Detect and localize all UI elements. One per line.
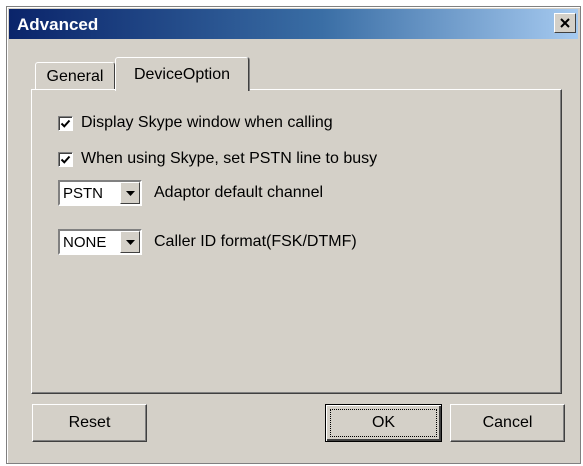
tab-general-label: General (46, 67, 104, 85)
adaptor-channel-label: Adaptor default channel (154, 184, 324, 201)
caller-id-format-select[interactable]: NONE (58, 229, 142, 255)
caller-id-format-value: NONE (63, 233, 107, 251)
adaptor-channel-row: PSTN Adaptor default channel (58, 180, 323, 206)
cancel-button-label: Cancel (482, 414, 533, 431)
close-icon (560, 18, 570, 28)
ok-button[interactable]: OK (325, 404, 442, 442)
triangle-down-icon (125, 190, 135, 196)
reset-button-label: Reset (68, 414, 111, 431)
triangle-down-icon (125, 239, 135, 245)
reset-button[interactable]: Reset (32, 404, 147, 442)
adaptor-channel-value: PSTN (63, 184, 104, 202)
tab-deviceoption[interactable]: DeviceOption (115, 57, 249, 91)
adaptor-channel-select[interactable]: PSTN (58, 180, 142, 206)
advanced-dialog: Advanced General DeviceOption Display Sk… (6, 6, 581, 464)
cancel-button[interactable]: Cancel (450, 404, 565, 442)
display-skype-window-label: Display Skype window when calling (81, 114, 333, 131)
title-bar[interactable]: Advanced (9, 9, 578, 39)
set-pstn-busy-label: When using Skype, set PSTN line to busy (81, 150, 378, 167)
focus-rectangle (330, 409, 437, 437)
deviceoption-panel: Display Skype window when calling When u… (31, 89, 562, 394)
window-title: Advanced (17, 15, 99, 34)
close-button[interactable] (554, 13, 576, 33)
set-pstn-busy-option[interactable]: When using Skype, set PSTN line to busy (58, 150, 377, 168)
checkmark-icon (60, 155, 71, 164)
display-skype-window-option[interactable]: Display Skype window when calling (58, 114, 333, 132)
tab-general[interactable]: General (35, 62, 115, 90)
adaptor-channel-dropdown-button[interactable] (120, 182, 140, 204)
caller-id-format-dropdown-button[interactable] (120, 231, 140, 253)
caller-id-format-row: NONE Caller ID format(FSK/DTMF) (58, 229, 357, 255)
tab-deviceoption-label: DeviceOption (133, 65, 231, 83)
checkmark-icon (60, 119, 71, 128)
display-skype-window-checkbox[interactable] (58, 115, 73, 131)
caller-id-format-label: Caller ID format(FSK/DTMF) (154, 233, 357, 250)
set-pstn-busy-checkbox[interactable] (58, 151, 73, 167)
